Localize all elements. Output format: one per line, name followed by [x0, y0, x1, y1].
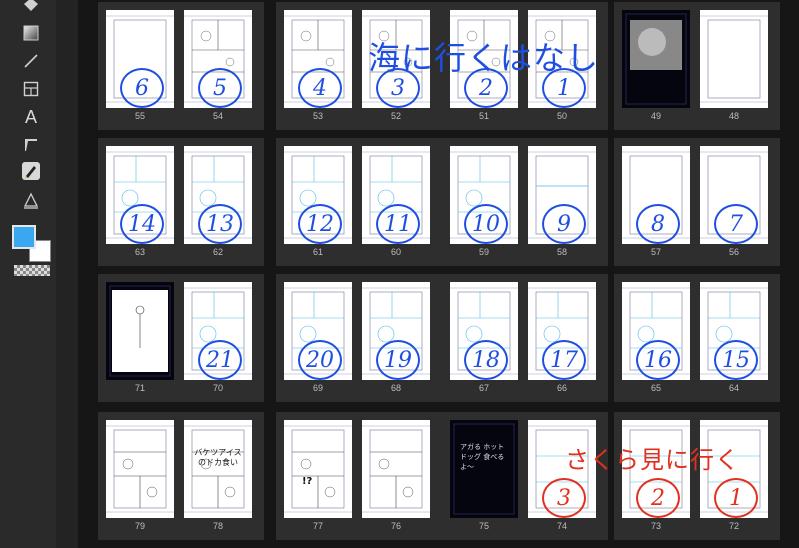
page-number: 59 [478, 247, 489, 257]
handwritten-page-order: 10 [464, 204, 508, 244]
handwritten-page-order: 9 [542, 204, 586, 244]
handwritten-page-order: 11 [376, 204, 420, 244]
line-icon[interactable] [20, 50, 42, 72]
handwritten-page-order: 12 [298, 204, 342, 244]
page-number: 69 [312, 383, 323, 393]
page-number: 48 [728, 111, 739, 121]
page-number: 53 [312, 111, 323, 121]
page-number: 64 [728, 383, 739, 393]
page-number: 66 [556, 383, 567, 393]
page-number: 71 [134, 383, 145, 393]
balloon-tail-icon[interactable] [20, 134, 42, 156]
chapter-note-sakura: さくら見に行く [565, 446, 740, 474]
page-number: 75 [478, 521, 489, 531]
page-number: 70 [212, 383, 223, 393]
page-number: 49 [650, 111, 661, 121]
handwritten-page-order: 1 [714, 478, 758, 518]
handwritten-page-order: 2 [636, 478, 680, 518]
page-number: 54 [212, 111, 223, 121]
page-thumbnail[interactable] [700, 10, 768, 108]
foreground-color-swatch[interactable] [12, 225, 36, 249]
handwritten-page-order: 3 [542, 478, 586, 518]
tool-palette: A [0, 0, 56, 548]
page-number: 58 [556, 247, 567, 257]
handwritten-page-order: 21 [198, 340, 242, 380]
handwritten-page-order: 14 [120, 204, 164, 244]
page-thumbnail[interactable]: バケツアイスのドカ食い [184, 420, 252, 518]
page-thumbnail[interactable] [622, 10, 690, 108]
panel-divider [56, 0, 78, 548]
handwritten-page-order: 20 [298, 340, 342, 380]
text-tool-icon[interactable]: A [20, 106, 42, 128]
page-number: 51 [478, 111, 489, 121]
page-number: 61 [312, 247, 323, 257]
handwritten-page-order: 13 [198, 204, 242, 244]
page-number: 57 [650, 247, 661, 257]
page-number: 79 [134, 521, 145, 531]
page-number: 50 [556, 111, 567, 121]
page-number: 65 [650, 383, 661, 393]
chapter-note-sea: 海に行くはなし [368, 39, 600, 77]
page-thumbnail[interactable]: !? [284, 420, 352, 518]
frame-border-icon[interactable] [20, 78, 42, 100]
handwritten-page-order: 16 [636, 340, 680, 380]
handwritten-page-order: 4 [298, 68, 342, 108]
handwritten-page-order: 7 [714, 204, 758, 244]
page-number: 77 [312, 521, 323, 531]
handwritten-page-order: 15 [714, 340, 758, 380]
handwritten-page-order: 18 [464, 340, 508, 380]
page-number: 74 [556, 521, 567, 531]
page-number: 60 [390, 247, 401, 257]
page-number: 72 [728, 521, 739, 531]
page-number: 55 [134, 111, 145, 121]
fill-icon[interactable] [20, 0, 42, 16]
page-number: 68 [390, 383, 401, 393]
pen-tool-icon[interactable] [22, 162, 40, 180]
handwritten-page-order: 19 [376, 340, 420, 380]
page-number: 78 [212, 521, 223, 531]
page-number: 67 [478, 383, 489, 393]
page-number: 62 [212, 247, 223, 257]
page-number: 63 [134, 247, 145, 257]
page-number: 76 [390, 521, 401, 531]
handwritten-page-order: 8 [636, 204, 680, 244]
page-thumbnail[interactable] [106, 282, 174, 380]
handwritten-page-order: 5 [198, 68, 242, 108]
page-thumbnail[interactable] [106, 420, 174, 518]
page-title-text: バケツアイスのドカ食い [194, 448, 242, 467]
gradient-icon[interactable] [20, 22, 42, 44]
handwritten-page-order: 6 [120, 68, 164, 108]
page-number: 73 [650, 521, 661, 531]
page-number: 52 [390, 111, 401, 121]
page-thumbnail[interactable] [362, 420, 430, 518]
perspective-ruler-icon[interactable] [20, 190, 42, 212]
page-thumbnail[interactable]: アガる ホットドッグ 食べるよ〜 [450, 420, 518, 518]
transparent-color-swatch[interactable] [14, 265, 50, 276]
page-number: 56 [728, 247, 739, 257]
page-exclamation-mark: !? [302, 476, 313, 487]
page-dark-caption: アガる ホットドッグ 食べるよ〜 [460, 443, 505, 471]
handwritten-page-order: 17 [542, 340, 586, 380]
